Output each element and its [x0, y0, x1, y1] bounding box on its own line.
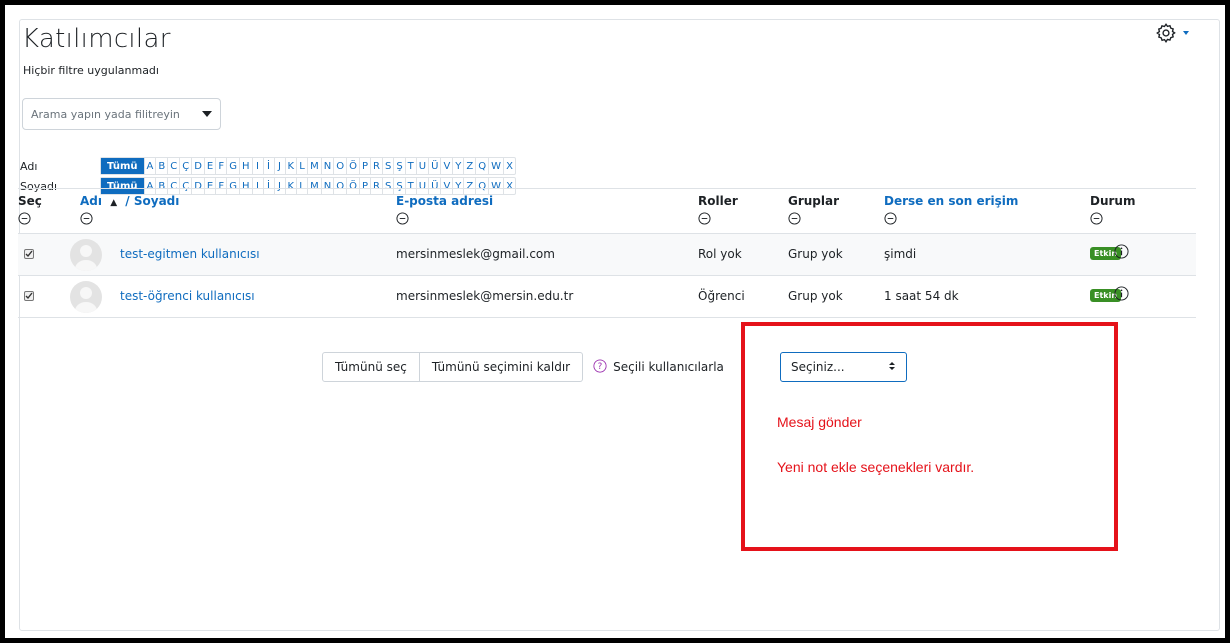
initial-letter[interactable]: Z: [464, 158, 477, 174]
sort-last-name-link[interactable]: / Soyadı: [125, 194, 179, 208]
initial-letter[interactable]: Y: [453, 158, 465, 174]
header-roles: Roller: [698, 194, 738, 228]
table-header: Seç Adı ▲ / Soyadı E-posta adresi Roller…: [18, 188, 1196, 234]
collapse-icon[interactable]: [1090, 212, 1135, 228]
collapse-icon[interactable]: [396, 212, 493, 228]
collapse-icon[interactable]: [698, 212, 738, 228]
with-selected-label: Seçili kullanıcılarla...: [613, 360, 725, 374]
initial-letter[interactable]: W: [489, 158, 505, 174]
collapse-icon[interactable]: [18, 212, 42, 228]
search-filter-input[interactable]: Arama yapın yada filitreyin: [22, 98, 221, 130]
sort-email-link[interactable]: E-posta adresi: [396, 194, 493, 208]
sort-first-name-link[interactable]: Adı: [80, 194, 102, 208]
header-name: Adı ▲ / Soyadı: [80, 194, 179, 228]
header-select: Seç: [18, 194, 42, 228]
header-roles-label: Roller: [698, 194, 738, 208]
user-group: Grup yok: [788, 289, 843, 303]
initial-letter[interactable]: O: [334, 158, 348, 174]
initial-letter[interactable]: N: [322, 158, 335, 174]
annotation-line-1: Mesaj gönder: [777, 414, 862, 430]
settings-menu-button[interactable]: [1155, 22, 1189, 44]
header-email: E-posta adresi: [396, 194, 493, 228]
initial-letter[interactable]: R: [371, 158, 383, 174]
initial-letter[interactable]: U: [417, 158, 430, 174]
initial-letter[interactable]: J: [275, 158, 286, 174]
initial-letter[interactable]: C: [168, 158, 181, 174]
initial-letter[interactable]: Ö: [347, 158, 360, 174]
initial-letter[interactable]: X: [504, 158, 515, 174]
collapse-icon[interactable]: [884, 212, 1018, 228]
initial-letter[interactable]: Q: [476, 158, 490, 174]
user-group: Grup yok: [788, 247, 843, 261]
initial-letter[interactable]: B: [156, 158, 169, 174]
initial-letter[interactable]: M: [308, 158, 322, 174]
collapse-icon[interactable]: [80, 212, 179, 228]
user-last-access: 1 saat 54 dk: [884, 289, 959, 303]
select-all-button[interactable]: Tümünü seç: [322, 352, 420, 382]
chevron-down-icon: [1183, 31, 1189, 35]
svg-text:?: ?: [598, 362, 603, 372]
initials-letters: Tümü ABCÇDEFGHIİJKLMNOÖPRSŞTUÜVYZQWX: [100, 157, 517, 175]
avatar: [70, 239, 102, 271]
initial-letter[interactable]: E: [205, 158, 217, 174]
dropdown-arrow-icon: [202, 111, 212, 117]
annotation-line-2: Yeni not ekle seçenekleri vardır.: [777, 459, 975, 475]
user-role[interactable]: Öğrenci: [698, 289, 745, 303]
initial-letter[interactable]: Ç: [180, 158, 193, 174]
table-row: test-egitmen kullanıcısı mersinmeslek@gm…: [18, 234, 1196, 276]
annotation-box: [741, 322, 1118, 551]
initial-letter[interactable]: G: [227, 158, 240, 174]
initial-letter[interactable]: H: [240, 158, 253, 174]
user-role[interactable]: Rol yok: [698, 247, 742, 261]
bulk-actions-bar: Tümünü seç Tümünü seçimini kaldır ? Seçi…: [322, 352, 907, 382]
gear-icon: [1155, 22, 1177, 44]
user-name-link[interactable]: test-egitmen kullanıcısı: [120, 247, 260, 261]
help-icon[interactable]: ?: [593, 358, 607, 376]
initial-letter[interactable]: S: [383, 158, 395, 174]
initial-letter[interactable]: A: [145, 158, 157, 174]
table-row: test-öğrenci kullanıcısı mersinmeslek@me…: [18, 276, 1196, 318]
initial-letter[interactable]: L: [297, 158, 309, 174]
search-placeholder: Arama yapın yada filitreyin: [31, 107, 180, 121]
header-groups-label: Gruplar: [788, 194, 840, 208]
row-select-checkbox[interactable]: [24, 291, 34, 301]
deselect-all-button[interactable]: Tümünü seçimini kaldır: [419, 352, 584, 382]
initial-all[interactable]: Tümü: [101, 158, 145, 174]
header-select-label: Seç: [18, 194, 42, 208]
user-email: mersinmeslek@gmail.com: [396, 247, 555, 261]
user-email: mersinmeslek@mersin.edu.tr: [396, 289, 574, 303]
initial-letter[interactable]: F: [216, 158, 228, 174]
user-name-link[interactable]: test-öğrenci kullanıcısı: [120, 289, 255, 303]
info-icon[interactable]: [1114, 244, 1129, 262]
user-last-access: şimdi: [884, 247, 917, 261]
initials-first-label: Adı: [20, 159, 38, 173]
initial-letter[interactable]: D: [192, 158, 205, 174]
initial-letter[interactable]: İ: [264, 158, 275, 174]
header-status-label: Durum: [1090, 194, 1136, 208]
page-title: Katılımcılar: [22, 24, 171, 54]
initial-letter[interactable]: V: [441, 158, 454, 174]
initial-letter[interactable]: Ü: [429, 158, 442, 174]
header-groups: Gruplar: [788, 194, 839, 228]
initial-letter[interactable]: P: [360, 158, 371, 174]
sort-last-access-link[interactable]: Derse en son erişim: [884, 194, 1018, 208]
initials-bar-first-name: Adı Tümü ABCÇDEFGHIİJKLMNOÖPRSŞTUÜVYZQWX: [20, 157, 517, 175]
sort-asc-icon: ▲: [110, 198, 118, 208]
initial-letter[interactable]: I: [253, 158, 264, 174]
initial-letter[interactable]: K: [286, 158, 298, 174]
initial-letter[interactable]: T: [406, 158, 417, 174]
filter-note: Hiçbir filtre uygulanmadı: [23, 64, 159, 77]
info-icon[interactable]: [1114, 286, 1129, 304]
collapse-icon[interactable]: [788, 212, 839, 228]
initial-letter[interactable]: Ş: [394, 158, 406, 174]
participants-table: Seç Adı ▲ / Soyadı E-posta adresi Roller…: [18, 188, 1196, 318]
avatar: [70, 281, 102, 313]
header-last-access: Derse en son erişim: [884, 194, 1018, 228]
header-status: Durum: [1090, 194, 1135, 228]
row-select-checkbox[interactable]: [24, 249, 34, 259]
